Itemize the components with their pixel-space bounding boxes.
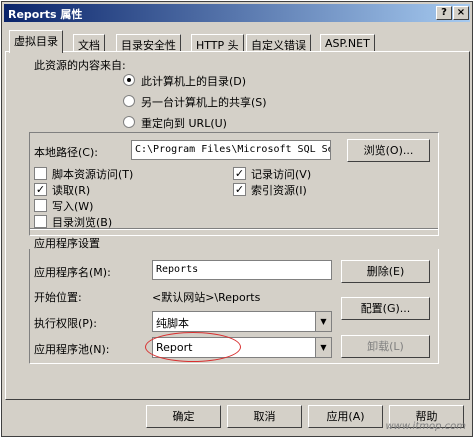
read-checkbox[interactable]: ✓ xyxy=(34,183,47,196)
log-visits-checkbox[interactable]: ✓ xyxy=(233,167,246,180)
local-path-input[interactable]: C:\Program Files\Microsoft SQL Se xyxy=(131,140,331,160)
tab-panel: 此资源的内容来自: 此计算机上的目录(D) 另一台计算机上的共享(S) 重定向到… xyxy=(5,51,470,400)
remove-button[interactable]: 删除(E) xyxy=(341,260,430,283)
start-point-label: 开始位置: xyxy=(34,291,82,304)
configure-button[interactable]: 配置(G)... xyxy=(341,297,430,320)
tab-aspnet[interactable]: ASP.NET xyxy=(320,34,375,52)
properties-dialog: Reports 属性 ? × 虚拟目录 文档 目录安全性 HTTP 头 自定义错… xyxy=(1,1,473,437)
tab-http-headers[interactable]: HTTP 头 xyxy=(191,34,244,52)
start-point-value: <默认网站>\Reports xyxy=(152,291,261,304)
window-title: Reports 属性 xyxy=(8,8,83,21)
highlight-circle xyxy=(145,332,241,362)
browse-button[interactable]: 浏览(O)... xyxy=(347,139,430,162)
source-heading: 此资源的内容来自: xyxy=(34,59,126,72)
exec-permissions-select[interactable]: 纯脚本 ▼ xyxy=(152,311,332,332)
ok-button[interactable]: 确定 xyxy=(146,405,221,428)
index-checkbox[interactable]: ✓ xyxy=(233,183,246,196)
script-access-label: 脚本资源访问(T) xyxy=(52,168,134,181)
radio-redirect-url-label[interactable]: 重定向到 URL(U) xyxy=(141,115,227,131)
radio-network-share-label[interactable]: 另一台计算机上的共享(S) xyxy=(141,94,267,110)
chevron-down-icon[interactable]: ▼ xyxy=(315,338,331,357)
close-icon[interactable]: × xyxy=(453,6,469,20)
dir-browse-checkbox[interactable] xyxy=(34,215,47,228)
log-visits-label: 记录访问(V) xyxy=(251,168,312,181)
index-label: 索引资源(I) xyxy=(251,184,307,197)
app-divider xyxy=(30,228,438,230)
help-icon[interactable]: ? xyxy=(436,6,452,20)
radio-local-directory[interactable] xyxy=(123,74,135,86)
app-pool-label: 应用程序池(N): xyxy=(34,343,110,356)
chevron-down-icon[interactable]: ▼ xyxy=(315,312,331,331)
write-label: 写入(W) xyxy=(52,200,94,213)
tab-documents[interactable]: 文档 xyxy=(73,34,105,52)
title-bar: Reports 属性 ? × xyxy=(4,4,470,22)
watermark: www.itmop.com xyxy=(385,421,466,432)
tab-directory-security[interactable]: 目录安全性 xyxy=(116,34,181,52)
local-path-label: 本地路径(C): xyxy=(34,146,98,159)
radio-network-share[interactable] xyxy=(123,95,135,107)
apply-button[interactable]: 应用(A) xyxy=(308,405,383,428)
exec-permissions-label: 执行权限(P): xyxy=(34,317,97,330)
script-access-checkbox[interactable] xyxy=(34,167,47,180)
tab-virtual-directory[interactable]: 虚拟目录 xyxy=(9,30,63,53)
radio-local-directory-label[interactable]: 此计算机上的目录(D) xyxy=(141,73,246,89)
write-checkbox[interactable] xyxy=(34,199,47,212)
radio-redirect-url[interactable] xyxy=(123,116,135,128)
tab-custom-errors[interactable]: 自定义错误 xyxy=(246,34,311,52)
exec-permissions-value: 纯脚本 xyxy=(156,317,189,330)
unload-button: 卸载(L) xyxy=(341,335,430,358)
read-label: 读取(R) xyxy=(52,184,91,197)
app-name-input[interactable]: Reports xyxy=(152,260,332,280)
tab-strip: 虚拟目录 文档 目录安全性 HTTP 头 自定义错误 ASP.NET xyxy=(2,30,472,53)
app-name-label: 应用程序名(M): xyxy=(34,266,111,279)
cancel-button[interactable]: 取消 xyxy=(227,405,302,428)
